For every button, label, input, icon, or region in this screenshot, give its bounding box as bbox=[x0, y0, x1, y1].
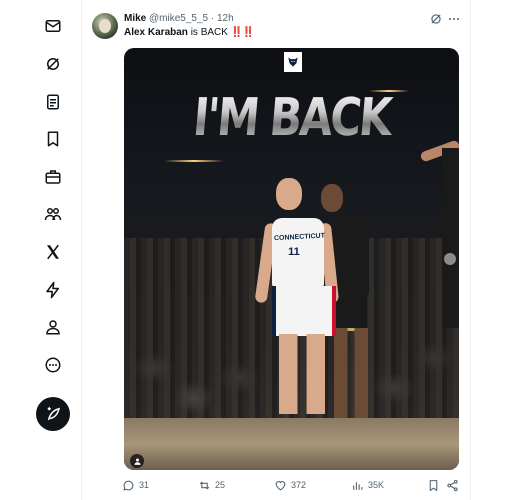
x-logo-icon bbox=[47, 244, 59, 260]
list-icon bbox=[47, 94, 59, 110]
nav-messages[interactable] bbox=[28, 9, 78, 43]
nav-communities[interactable] bbox=[28, 197, 78, 231]
avatar[interactable] bbox=[92, 13, 118, 39]
column-divider-left bbox=[81, 0, 82, 500]
tweet-time[interactable]: 12h bbox=[217, 13, 234, 24]
uconn-husky-logo bbox=[284, 52, 302, 72]
tweet-action-bar: 31 25 372 35K bbox=[122, 477, 462, 493]
profile-icon bbox=[46, 320, 60, 335]
communities-icon bbox=[44, 208, 62, 221]
media-headline: I'M BACK bbox=[152, 88, 432, 148]
heart-icon bbox=[275, 480, 286, 490]
player-main-legs bbox=[279, 334, 325, 414]
left-sidebar bbox=[28, 0, 78, 500]
player-third bbox=[442, 148, 459, 328]
person-icon bbox=[134, 458, 140, 465]
bookmark-icon bbox=[429, 479, 438, 491]
briefcase-icon bbox=[45, 170, 61, 184]
author-handle[interactable]: @mike5_5_5 bbox=[149, 13, 208, 24]
reply-count: 31 bbox=[139, 480, 150, 490]
analytics-icon bbox=[353, 481, 363, 490]
more-circle-icon bbox=[45, 357, 61, 373]
nav-more[interactable] bbox=[28, 348, 78, 382]
grok-icon bbox=[47, 58, 59, 70]
grok-explain-button[interactable] bbox=[429, 11, 443, 27]
tagged-people-button[interactable] bbox=[130, 454, 144, 468]
nav-lists[interactable] bbox=[28, 85, 78, 119]
nav-premium[interactable] bbox=[28, 235, 78, 269]
sparkle-decoration bbox=[164, 160, 224, 162]
share-icon bbox=[447, 479, 458, 491]
reply-button[interactable]: 31 bbox=[122, 477, 149, 493]
share-button[interactable] bbox=[446, 477, 459, 493]
player-main-head bbox=[276, 178, 302, 210]
views-button[interactable]: 35K bbox=[351, 477, 384, 493]
sparkle-decoration bbox=[369, 90, 409, 92]
tweet-text-emphasis: ‼️‼️ bbox=[230, 27, 255, 38]
tweet-text-bold: Alex Karaban bbox=[124, 27, 188, 38]
player-second-head bbox=[321, 184, 343, 212]
nav-bookmarks[interactable] bbox=[28, 122, 78, 156]
like-button[interactable]: 372 bbox=[274, 477, 306, 493]
compose-post-button[interactable] bbox=[36, 397, 70, 431]
court-floor bbox=[124, 418, 459, 470]
more-horizontal-icon bbox=[448, 17, 460, 21]
compose-feather-icon bbox=[47, 407, 61, 421]
tweet-more-button[interactable] bbox=[447, 11, 461, 27]
retweet-button[interactable]: 25 bbox=[198, 477, 225, 493]
player-second-legs bbox=[334, 328, 368, 418]
lightning-icon bbox=[46, 281, 59, 299]
view-count: 35K bbox=[368, 480, 385, 490]
mail-icon bbox=[45, 20, 61, 32]
column-divider-right bbox=[470, 0, 471, 500]
nav-profile[interactable] bbox=[28, 310, 78, 344]
author-name[interactable]: Mike bbox=[124, 13, 146, 24]
header-separator: · bbox=[210, 13, 215, 24]
nav-grok[interactable] bbox=[28, 47, 78, 81]
jersey-number: 11 bbox=[288, 246, 300, 258]
media-next-indicator[interactable] bbox=[444, 253, 456, 265]
tweet-header: Mike @mike5_5_5 · 12h bbox=[124, 12, 234, 25]
tweet-text: Alex Karaban is BACK ‼️‼️ bbox=[124, 26, 255, 39]
retweet-icon bbox=[199, 480, 210, 490]
bookmark-button[interactable] bbox=[427, 477, 440, 493]
player-main-shorts bbox=[272, 286, 336, 336]
tweet-media-image[interactable]: I'M BACK CONNECTICUT 11 bbox=[124, 48, 459, 470]
reply-icon bbox=[123, 480, 134, 491]
nav-verified-orgs[interactable] bbox=[28, 273, 78, 307]
grok-icon bbox=[431, 14, 441, 24]
bookmark-icon bbox=[47, 131, 59, 147]
tweet-text-rest: is BACK bbox=[187, 27, 231, 38]
retweet-count: 25 bbox=[215, 480, 226, 490]
nav-jobs[interactable] bbox=[28, 160, 78, 194]
like-count: 372 bbox=[291, 480, 307, 490]
